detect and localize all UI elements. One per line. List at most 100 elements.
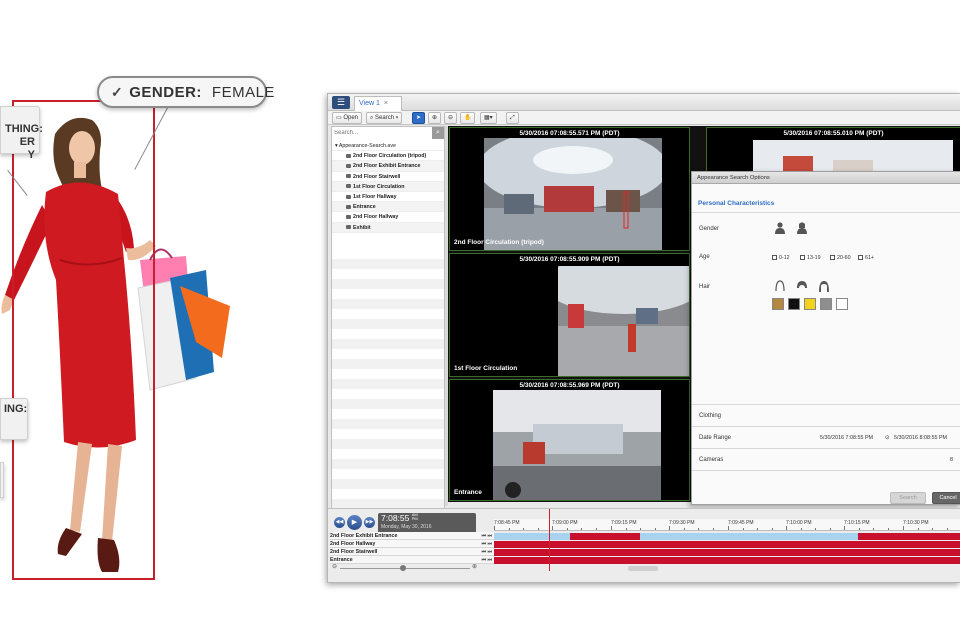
- pan-hand-icon[interactable]: ✋: [460, 112, 476, 124]
- zoom-out-icon[interactable]: ⊖: [444, 112, 458, 124]
- age-option[interactable]: 61+: [858, 255, 874, 261]
- video-tile-3[interactable]: 5/30/2016 07:08:55.909 PM (PDT) 1st Floo…: [449, 253, 690, 377]
- hair-color-swatch-brown[interactable]: [772, 298, 784, 310]
- tree-camera-item[interactable]: 2nd Floor Stairwell: [332, 172, 444, 182]
- age-option[interactable]: 20-60: [830, 255, 851, 261]
- pointer-tool-icon[interactable]: ➤: [412, 112, 426, 124]
- tab-bar: ☰ View 1 ×: [328, 94, 960, 111]
- age-option[interactable]: 13-19: [800, 255, 821, 261]
- checkbox[interactable]: [800, 255, 805, 260]
- recording-track[interactable]: [494, 557, 960, 564]
- search-icon[interactable]: ⌕: [432, 127, 444, 139]
- camera-icon: [346, 194, 351, 199]
- personal-characteristics-heading: Personal Characteristics: [698, 200, 775, 207]
- tab-view-1[interactable]: View 1 ×: [354, 96, 402, 111]
- timeline-camera-row[interactable]: 2nd Floor Exhibit Entrance ⏮ ⏭: [330, 532, 494, 540]
- zoom-in-small-icon[interactable]: ⊕: [472, 563, 477, 570]
- tree-camera-item[interactable]: 2nd Floor Exhibit Entrance: [332, 161, 444, 172]
- tree-camera-item[interactable]: Entrance: [332, 202, 444, 213]
- timeline-zoom-slider[interactable]: ⊖ ⊕: [332, 563, 478, 571]
- zoom-knob[interactable]: [400, 565, 406, 571]
- female-person-icon[interactable]: [796, 222, 808, 234]
- promo-composite: ✓ GENDER: FEMALE THING: ER Y ING: ☰ View…: [0, 0, 960, 640]
- recording-track[interactable]: [494, 533, 960, 540]
- open-button-label: Open: [343, 115, 359, 121]
- zoom-in-icon[interactable]: ⊕: [428, 112, 442, 124]
- camera-view-image: [493, 390, 661, 500]
- step-back-icon[interactable]: ◀◀: [334, 517, 345, 528]
- row-nav-icon[interactable]: ⏮ ⏭: [482, 548, 492, 556]
- recording-track[interactable]: [494, 549, 960, 556]
- tree-search-input[interactable]: [332, 127, 432, 139]
- clothing-label[interactable]: Clothing: [699, 413, 721, 419]
- clock-ampm: AM PM: [411, 512, 418, 521]
- search-submit-button[interactable]: Search: [890, 492, 926, 504]
- layout-grid-icon[interactable]: ▦▾: [480, 112, 497, 124]
- tick-label: 7:10:30 PM: [903, 520, 929, 526]
- tree-camera-item[interactable]: 1st Floor Hallway: [332, 192, 444, 203]
- hair-color-swatch-gray[interactable]: [820, 298, 832, 310]
- tick-label: 7:08:45 PM: [494, 520, 520, 526]
- tree-root-item[interactable]: ▾ Appearance-Search.ave: [332, 141, 444, 152]
- tick-mark: [698, 528, 699, 530]
- tick-mark: [932, 528, 933, 530]
- clothing-callout-bottom-text: ING:: [4, 403, 28, 415]
- playhead-cursor[interactable]: [549, 509, 550, 571]
- time-ruler[interactable]: 7:08:45 PM 7:09:00 PM 7:09:15 PM 7:09:30 PM…: [494, 519, 960, 531]
- long-hair-icon[interactable]: [818, 280, 830, 292]
- male-person-icon[interactable]: [774, 222, 786, 234]
- date-range-to[interactable]: 5/30/2016 8:08:55 PM: [894, 435, 947, 441]
- hair-color-swatch-black[interactable]: [788, 298, 800, 310]
- short-hair-icon[interactable]: [796, 280, 808, 292]
- tick-label: 7:09:45 PM: [728, 520, 754, 526]
- tree-camera-label: Entrance: [353, 204, 376, 211]
- tick-mark: [888, 528, 889, 530]
- tile-timestamp: 5/30/2016 07:08:55.010 PM (PDT): [783, 130, 884, 137]
- tick-mark: [538, 528, 539, 530]
- timeline-camera-row[interactable]: 2nd Floor Hallway ⏮ ⏭: [330, 540, 494, 548]
- tree-camera-item[interactable]: 1st Floor Circulation: [332, 181, 444, 192]
- date-range-from[interactable]: 5/30/2016 7:08:55 PM: [820, 435, 873, 441]
- tick-mark: [640, 528, 641, 530]
- checkbox[interactable]: [772, 255, 777, 260]
- open-button[interactable]: ▭ Open: [332, 112, 363, 124]
- play-icon[interactable]: ▶: [347, 515, 362, 530]
- video-tile-4[interactable]: 5/30/2016 07:08:55.969 PM (PDT) Entrance: [449, 379, 690, 501]
- timeline-camera-row[interactable]: Entrance ⏮ ⏭: [330, 556, 494, 564]
- search-button[interactable]: ⌕ Search ▾: [366, 112, 403, 124]
- row-nav-icon[interactable]: ⏮ ⏭: [482, 532, 492, 540]
- close-icon[interactable]: ×: [384, 100, 388, 107]
- row-nav-icon[interactable]: ⏮ ⏭: [482, 556, 492, 564]
- tree-camera-item[interactable]: 2nd Floor Circulation (tripod): [332, 151, 444, 162]
- checkbox[interactable]: [830, 255, 835, 260]
- age-option[interactable]: 0-12: [772, 255, 790, 261]
- bald-hair-icon[interactable]: [774, 280, 786, 292]
- cancel-button[interactable]: Cancel: [932, 492, 960, 504]
- step-forward-icon[interactable]: ▶▶: [364, 517, 375, 528]
- hair-color-swatch-blonde[interactable]: [804, 298, 816, 310]
- hamburger-menu-icon[interactable]: ☰: [332, 96, 350, 109]
- timeline-scrollbar[interactable]: [628, 566, 658, 571]
- timeline-camera-row[interactable]: 2nd Floor Stairwell ⏮ ⏭: [330, 548, 494, 556]
- tick-mark: [626, 528, 627, 530]
- tree-camera-label: 1st Floor Hallway: [353, 193, 397, 200]
- playback-clock[interactable]: 7:08:55 AM PM Monday, May 30, 2016: [378, 513, 476, 533]
- checkbox[interactable]: [858, 255, 863, 260]
- age-label: Age: [699, 254, 710, 260]
- tree-camera-label: 2nd Floor Exhibit Entrance: [353, 163, 421, 170]
- video-tile-1[interactable]: 5/30/2016 07:08:55.571 PM (PDT) 2nd Floo…: [449, 127, 690, 251]
- tree-camera-item[interactable]: 2nd Floor Hallway: [332, 212, 444, 223]
- tick-mark: [873, 528, 874, 530]
- tick-mark: [523, 528, 524, 530]
- camera-view-image: [484, 138, 662, 250]
- fullscreen-icon[interactable]: ⤢: [506, 112, 519, 124]
- tick-label: 7:09:15 PM: [611, 520, 637, 526]
- tick-mark: [743, 528, 744, 530]
- recording-track[interactable]: [494, 541, 960, 548]
- zoom-out-small-icon[interactable]: ⊖: [332, 563, 337, 570]
- tick-mark: [801, 528, 802, 530]
- row-nav-icon[interactable]: ⏮ ⏭: [482, 540, 492, 548]
- tree-camera-item[interactable]: Exhibit: [332, 222, 444, 233]
- hair-color-swatch-white[interactable]: [836, 298, 848, 310]
- tree-camera-label: 2nd Floor Hallway: [353, 214, 399, 221]
